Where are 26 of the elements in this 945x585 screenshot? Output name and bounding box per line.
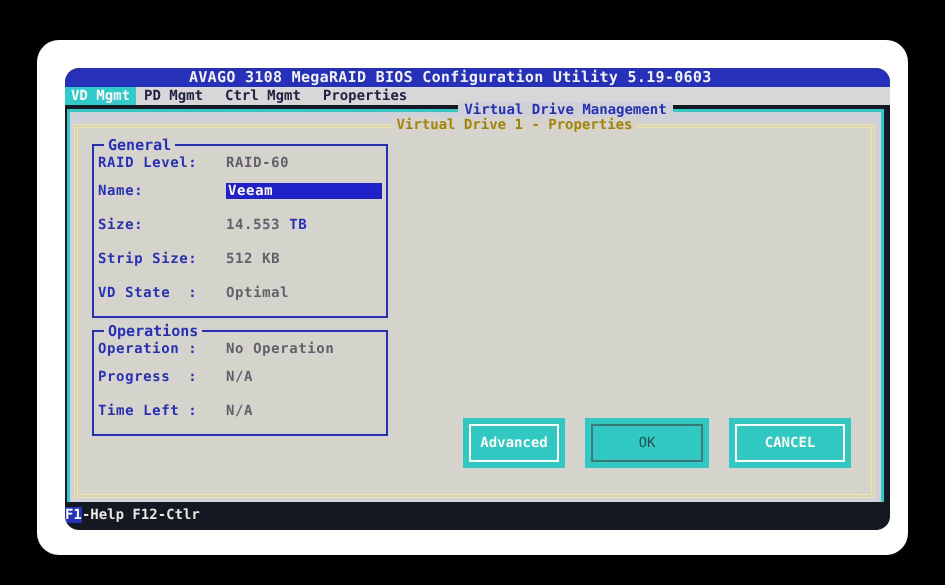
group-title: Operations [107,324,200,338]
group-title: General [107,138,172,152]
field-value: RAID-60 [226,155,290,171]
status-text: -Help F12-Ctlr [82,507,200,523]
field-value: Optimal [226,285,290,301]
field-value: N/A [226,403,254,419]
name-field[interactable]: Veeam [226,183,382,199]
field-value: No Operation [226,341,334,357]
panel-title: Virtual Drive Management [458,102,673,118]
dialog-title: Virtual Drive 1 - Properties [392,117,636,133]
field-value: 14.553 TB [226,217,308,233]
menu-tab[interactable]: Properties [316,87,414,105]
field-label: Name: [98,183,144,199]
menu-tab[interactable]: Ctrl Mgmt [219,87,307,105]
field-label: Strip Size: [98,251,198,267]
field-label: Progress : [98,369,198,385]
field-label: Operation : [98,341,198,357]
field-label: RAID Level: [98,155,198,171]
field-label: VD State : [98,285,198,301]
field-value: 512 KB [226,251,280,267]
menu-tab[interactable]: PD Mgmt [138,87,210,105]
field-label: Size: [98,217,144,233]
field-value: N/A [226,369,254,385]
field-label: Time Left : [98,403,198,419]
window-title: AVAGO 3108 MegaRAID BIOS Configuration Utility 5.19-0603 [189,68,712,86]
help-key: F1 [65,507,82,523]
